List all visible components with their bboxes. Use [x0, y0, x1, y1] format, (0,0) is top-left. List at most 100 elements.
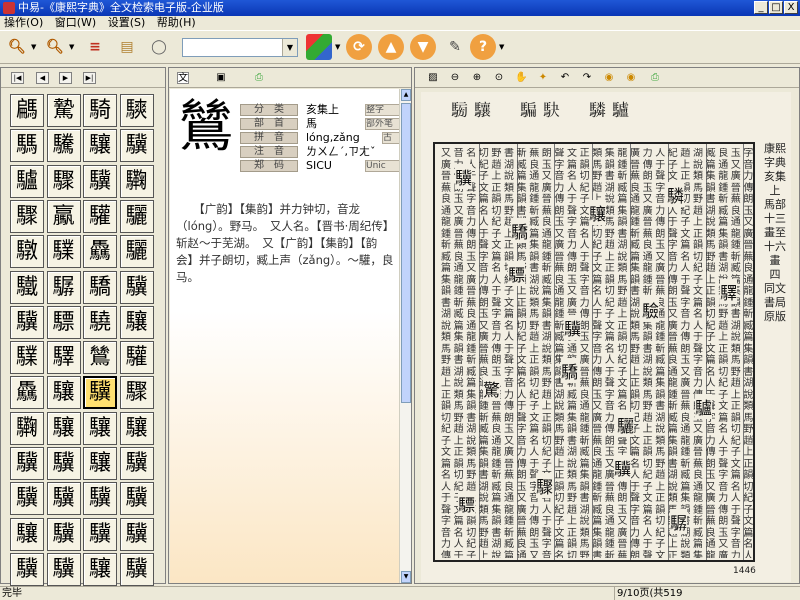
character-cell[interactable]: 驕 [83, 270, 117, 304]
list-search-icon[interactable]: ≡ [82, 34, 108, 60]
cube-dropdown-icon[interactable]: ▼ [335, 43, 340, 51]
character-cell[interactable]: 驥 [119, 129, 154, 163]
character-cell[interactable]: 騳 [10, 129, 44, 163]
character-cell[interactable]: 驏 [46, 270, 81, 304]
search-combo-arrow-icon[interactable]: ▼ [282, 39, 297, 56]
magnifier-icon[interactable]: ◯ [146, 34, 172, 60]
entry-scrollbar[interactable]: ▲ ▼ [399, 89, 411, 583]
character-cell[interactable]: 驐 [10, 235, 44, 269]
character-cell[interactable]: 驫 [10, 376, 44, 410]
character-cell[interactable]: 驤 [83, 552, 117, 586]
character-cell[interactable]: 驥 [119, 270, 154, 304]
character-cell[interactable]: 驫 [83, 235, 117, 269]
zoom-fit-icon[interactable]: ⊙ [493, 72, 505, 84]
search-icon[interactable]: 🔍︎ [4, 34, 30, 60]
character-cell[interactable]: 驥 [46, 517, 81, 551]
search-dropdown-icon[interactable]: ▼ [31, 43, 36, 51]
character-cell[interactable]: 驥 [83, 482, 117, 516]
character-cell[interactable]: 驍 [83, 305, 117, 339]
rotate-right-icon[interactable]: ↷ [581, 72, 593, 84]
search-input[interactable]: ▼ [182, 38, 298, 57]
character-cell[interactable]: 驜 [10, 341, 44, 375]
text-mode-icon[interactable]: 文 [177, 72, 189, 84]
character-cell[interactable]: 驥 [119, 517, 154, 551]
character-cell[interactable]: 驪 [119, 199, 154, 233]
character-cell[interactable]: 驥 [10, 305, 44, 339]
maximize-button[interactable]: □ [769, 1, 783, 14]
character-cell[interactable]: 驥 [10, 552, 44, 586]
character-cell[interactable]: 鷥 [83, 341, 117, 375]
scroll-down-icon[interactable]: ▼ [401, 571, 411, 583]
character-cell[interactable]: 驥 [46, 552, 81, 586]
character-cell[interactable]: 驖 [10, 270, 44, 304]
character-cell[interactable]: 驘 [46, 199, 81, 233]
zoom-out-icon[interactable]: ⊖ [449, 72, 461, 84]
character-cell[interactable]: 驥 [10, 447, 44, 480]
character-cell[interactable]: 驃 [46, 305, 81, 339]
rotate-left-icon[interactable]: ↶ [559, 72, 571, 84]
zoom-dropdown-icon[interactable]: ▼ [69, 43, 74, 51]
character-cell[interactable]: 騗 [10, 94, 44, 127]
character-cell[interactable]: 驤 [10, 517, 44, 551]
character-cell[interactable]: 驪 [119, 235, 154, 269]
last-page-button[interactable]: ▶| [83, 72, 96, 84]
character-cell[interactable]: 驥 [83, 164, 117, 198]
character-cell[interactable]: 騻 [119, 94, 154, 127]
first-page-button[interactable]: |◀ [11, 72, 24, 84]
minimize-button[interactable]: _ [754, 1, 768, 14]
pen-icon[interactable]: ✎ [442, 34, 468, 60]
character-cell[interactable]: 驥 [46, 482, 81, 516]
character-cell[interactable]: 驜 [46, 235, 81, 269]
character-cell[interactable]: 騺 [46, 94, 81, 127]
character-cell[interactable]: 驩 [119, 341, 154, 375]
character-cell[interactable]: 驟 [119, 376, 154, 410]
character-cell[interactable]: 驤 [83, 129, 117, 163]
scroll-thumb[interactable] [401, 103, 411, 403]
character-cell[interactable]: 驤 [83, 447, 117, 480]
mark-icon[interactable]: ✦ [537, 72, 549, 84]
character-cell[interactable]: 驧 [119, 164, 154, 198]
character-cell[interactable]: 驤 [119, 411, 154, 445]
next-image-icon[interactable]: ◉ [625, 72, 637, 84]
character-cell[interactable]: 驣 [46, 129, 81, 163]
next-page-button[interactable]: ▶ [59, 72, 72, 84]
book-icon[interactable]: ▤ [114, 34, 140, 60]
character-cell[interactable]: 驛 [46, 341, 81, 375]
character-cell[interactable]: 驤 [119, 305, 154, 339]
prev-image-icon[interactable]: ◉ [603, 72, 615, 84]
zoom-search-icon[interactable]: 🔍︎ [42, 34, 68, 60]
character-cell[interactable]: 驟 [46, 164, 81, 198]
character-cell[interactable]: 驢 [10, 164, 44, 198]
picture-icon[interactable]: ▨ [427, 72, 439, 84]
help-dropdown-icon[interactable]: ▼ [499, 43, 504, 51]
cube-icon[interactable] [306, 34, 332, 60]
up-arrow-icon[interactable]: ▲ [378, 34, 404, 60]
menu-window[interactable]: 窗口(W) [51, 16, 100, 30]
character-cell[interactable]: 驤 [83, 411, 117, 445]
character-cell[interactable]: 驥 [119, 482, 154, 516]
menu-operate[interactable]: 操作(O) [0, 16, 47, 30]
menu-help[interactable]: 帮助(H) [153, 16, 200, 30]
character-cell[interactable]: 驥 [119, 447, 154, 480]
menu-settings[interactable]: 设置(S) [104, 16, 150, 30]
hand-icon[interactable]: ✋ [515, 72, 527, 84]
character-cell[interactable]: 驟 [10, 199, 44, 233]
character-cell[interactable]: 騎 [83, 94, 117, 127]
character-cell[interactable]: 驥 [83, 376, 117, 410]
character-cell[interactable]: 驤 [46, 376, 81, 410]
prev-page-button[interactable]: ◀ [36, 72, 49, 84]
down-arrow-icon[interactable]: ▼ [410, 34, 436, 60]
scroll-up-icon[interactable]: ▲ [401, 89, 411, 101]
help-icon[interactable]: ? [470, 34, 496, 60]
character-cell[interactable]: 驥 [119, 552, 154, 586]
refresh-icon[interactable]: ⟳ [346, 34, 372, 60]
character-cell[interactable]: 驩 [83, 199, 117, 233]
close-button[interactable]: X [784, 1, 798, 14]
character-cell[interactable]: 驥 [83, 517, 117, 551]
print-icon[interactable]: ⎙ [253, 72, 265, 84]
character-cell[interactable]: 驤 [46, 411, 81, 445]
character-cell[interactable]: 驧 [10, 411, 44, 445]
zoom-in-icon[interactable]: ⊕ [471, 72, 483, 84]
character-cell[interactable]: 驥 [46, 447, 81, 480]
image-print-icon[interactable]: ⎙ [649, 72, 661, 84]
